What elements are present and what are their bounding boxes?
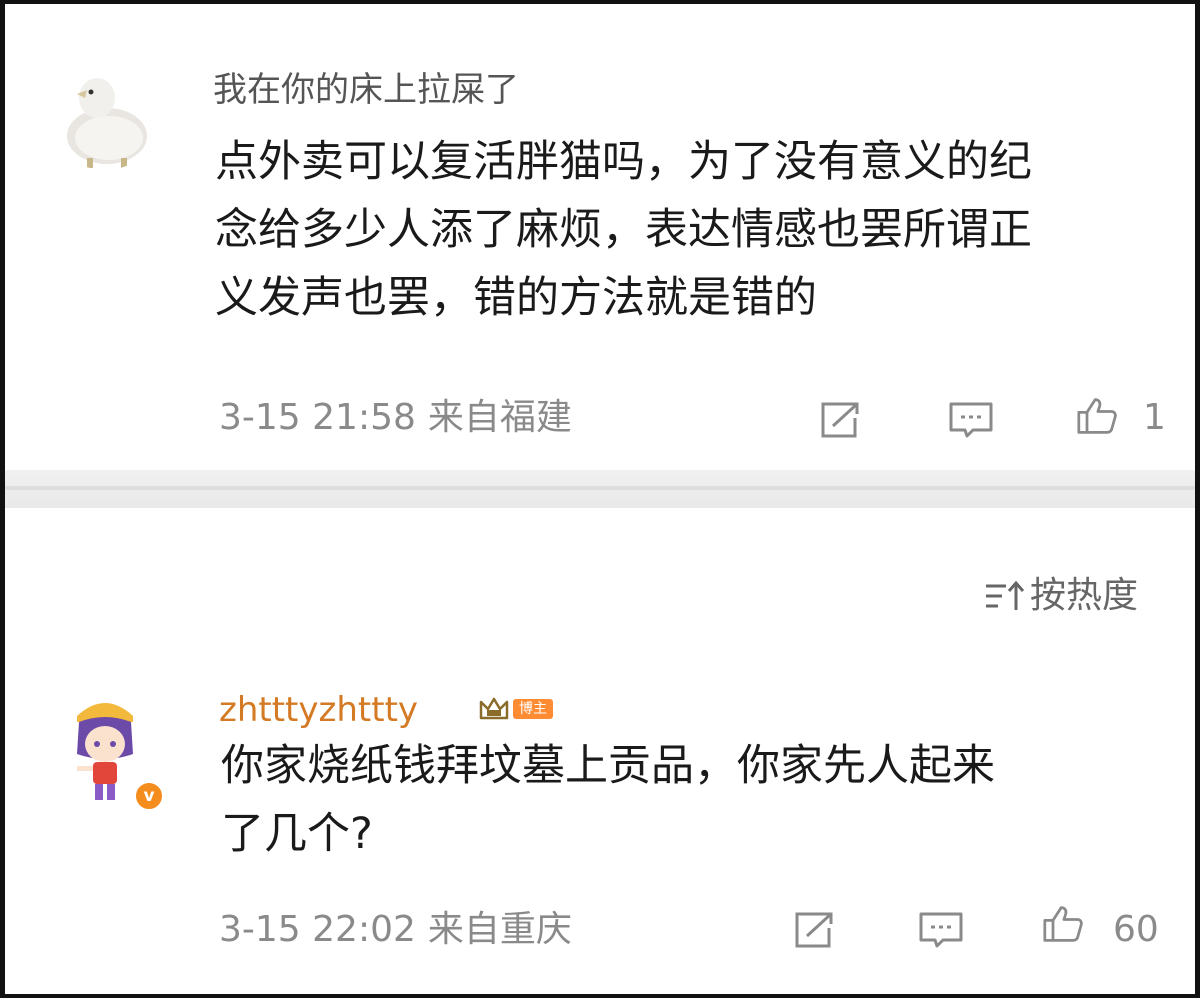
share-icon[interactable] [791, 910, 839, 950]
comment-location: 来自福建 [427, 397, 572, 438]
sort-by-hot-button[interactable]: 按热度 [984, 574, 1138, 618]
comment-text-line: 念给多少人添了麻烦，表达情感也罢所谓正 [215, 205, 1032, 255]
comment-meta: 3-15 22:02 来自重庆 [219, 908, 572, 952]
frame-bottom-edge [0, 994, 1200, 998]
comment-item: 我在你的床上拉屎了 点外卖可以复活胖猫吗，为了没有意义的纪 念给多少人添了麻烦，… [5, 4, 1195, 470]
sort-label: 按热度 [1030, 575, 1139, 616]
thumbs-up-icon[interactable] [1073, 396, 1121, 436]
comment-text-line: 你家烧纸钱拜坟墓上贡品，你家先人起来 [221, 741, 995, 791]
comment-text-line: 了几个? [221, 809, 373, 859]
crown-icon [479, 697, 509, 720]
comment-location: 来自重庆 [427, 909, 572, 950]
comment-text-line: 义发声也罢，错的方法就是错的 [215, 273, 817, 323]
comment-username[interactable]: zhtttyzhttty [219, 690, 418, 730]
verified-badge: v [133, 780, 165, 812]
divider-line [5, 486, 1195, 490]
comment-text: 你家烧纸钱拜坟墓上贡品，你家先人起来 了几个? [221, 732, 995, 868]
user-avatar[interactable] [47, 54, 163, 170]
comment-date: 3-15 22:02 [219, 909, 416, 950]
like-count: 1 [1143, 397, 1166, 438]
comment-text-line: 点外卖可以复活胖猫吗，为了没有意义的纪 [215, 137, 1032, 187]
comment-icon[interactable] [917, 910, 965, 950]
thumbs-up-icon[interactable] [1039, 904, 1087, 944]
comment-text: 点外卖可以复活胖猫吗，为了没有意义的纪 念给多少人添了麻烦，表达情感也罢所谓正 … [215, 128, 1032, 332]
comment-item: v zhtttyzhttty 博主 你家烧纸钱拜坟墓上贡品，你家先人起来 了几个… [5, 660, 1195, 994]
share-icon[interactable] [817, 400, 865, 440]
user-badges: 博主 [479, 696, 553, 722]
section-divider [5, 470, 1195, 508]
comment-username[interactable]: 我在你的床上拉屎了 [213, 70, 519, 110]
comment-icon[interactable] [947, 400, 995, 440]
like-count: 60 [1113, 909, 1159, 950]
comment-meta: 3-15 21:58 来自福建 [219, 396, 572, 440]
sort-icon [986, 580, 1025, 610]
comment-date: 3-15 21:58 [219, 397, 416, 438]
author-badge: 博主 [513, 699, 553, 719]
frame-right-edge [1195, 0, 1200, 998]
duck-avatar-icon [47, 54, 163, 170]
